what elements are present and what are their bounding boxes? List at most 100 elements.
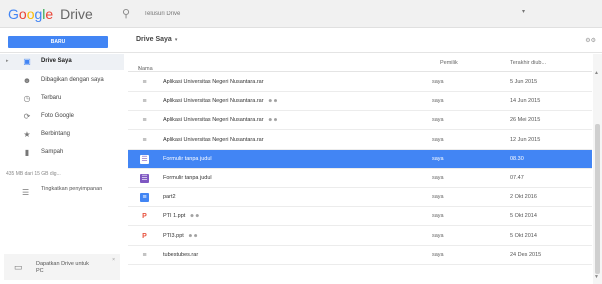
close-icon[interactable]: × <box>112 257 115 263</box>
form-file-icon: ☰ <box>140 174 149 183</box>
sidebar-item-label: Terbaru <box>41 95 62 101</box>
archive-file-icon: ≡ <box>142 117 147 125</box>
file-name-text: Aplikasi Universitas Negeri Nusantara.ra… <box>163 79 264 85</box>
file-name-text: Formulir tanpa judul <box>163 155 212 162</box>
file-name: Aplikasi Universitas Negeri Nusantara.ra… <box>163 98 278 104</box>
shared-icon: ☻☻ <box>189 213 200 220</box>
file-modified-date: 5 Okt 2014 <box>510 213 537 220</box>
sidebar: ▸ ▣ Drive Saya ☻ Dibagikan dengan saya ◷… <box>0 54 124 284</box>
file-modified-date: 08.30 <box>510 155 524 162</box>
file-owner: saya <box>432 136 444 143</box>
table-row[interactable]: ☰ Formulir tanpa judul saya 08.30 <box>128 149 592 169</box>
file-name: Formulir tanpa judul <box>163 175 212 181</box>
get-drive-banner[interactable]: ▭ Dapatkan Drive untuk PC × <box>4 254 120 280</box>
file-owner: saya <box>432 175 444 181</box>
file-name: PTI3.ppt ☻☻ <box>163 233 198 239</box>
file-name: tubestubes.rar <box>163 252 198 258</box>
sidebar-item-shared[interactable]: ☻ Dibagikan dengan saya <box>0 73 124 89</box>
sidebar-item-label: Drive Saya <box>41 58 72 64</box>
sidebar-item-recent[interactable]: ◷ Terbaru <box>0 91 124 107</box>
chevron-down-icon: ▾ <box>174 37 178 43</box>
scrollbar-thumb[interactable] <box>595 124 600 274</box>
file-name-text: PTI 1.ppt <box>163 213 186 220</box>
table-row[interactable]: ≡ Aplikasi Universitas Negeri Nusantara.r… <box>128 73 592 92</box>
file-name-text: Aplikasi Universitas Negeri Nusantara.ra… <box>163 117 264 124</box>
settings-icon[interactable]: ⚙⚙ <box>585 37 596 44</box>
sidebar-item-label: Dibagikan dengan saya <box>41 77 104 83</box>
shared-icon: ☻☻ <box>267 117 279 124</box>
file-name: Aplikasi Universitas Negeri Nusantara.ra… <box>163 117 278 123</box>
computer-icon: ▭ <box>14 262 23 272</box>
upgrade-storage-label: Tingkatkan penyimpanan <box>41 186 103 192</box>
table-row[interactable]: ☰ Formulir tanpa judul saya 07.47 <box>128 169 592 188</box>
form-file-icon: ☰ <box>140 154 149 164</box>
logo-letter: e <box>45 6 54 22</box>
storage-icon: ☰ <box>22 188 30 197</box>
file-name: PTI 1.ppt ☻☻ <box>163 213 200 219</box>
column-header-owner[interactable]: Pemilik <box>440 60 458 66</box>
search-input[interactable] <box>144 6 444 21</box>
file-modified-date: 24 Des 2015 <box>510 251 542 258</box>
toolbar: BARU Drive Saya ▾ ⚙⚙ <box>0 29 602 53</box>
sidebar-item-trash[interactable]: ▮ Sampah <box>0 145 124 161</box>
photos-icon: ⟳ <box>23 112 31 121</box>
new-button[interactable]: BARU <box>8 36 108 48</box>
table-row[interactable]: P PTI 1.ppt ☻☻ saya 5 Okt 2014 <box>128 207 592 227</box>
scroll-down-icon[interactable]: ▼ <box>594 274 599 280</box>
logo-product-name: Drive <box>60 6 93 22</box>
file-owner: saya <box>432 213 444 220</box>
file-modified-date: 12 Jun 2015 <box>510 136 541 143</box>
logo-letter: o <box>18 6 27 22</box>
file-modified-date: 5 Okt 2014 <box>510 232 537 239</box>
archive-file-icon: ≡ <box>142 136 147 144</box>
table-row[interactable]: ≡ Aplikasi Universitas Negeri Nusantara.r… <box>128 111 592 131</box>
file-name: Formulir tanpa judul <box>163 156 212 162</box>
file-name-text: Aplikasi Universitas Negeri Nusantara.ra… <box>163 136 264 143</box>
sidebar-item-photos[interactable]: ⟳ Foto Google <box>0 109 124 125</box>
clock-icon: ◷ <box>23 94 31 103</box>
file-owner: saya <box>432 98 444 105</box>
table-row[interactable]: ≡ tubestubes.rar saya 24 Des 2015 <box>128 246 592 265</box>
file-name: part2 <box>163 194 176 200</box>
archive-file-icon: ≡ <box>142 79 147 86</box>
file-owner: saya <box>432 194 444 201</box>
scrollbar[interactable]: ▲ ▼ <box>593 54 602 284</box>
file-owner: saya <box>432 155 444 162</box>
sidebar-item-starred[interactable]: ★ Berbintang <box>0 127 124 143</box>
scroll-up-icon[interactable]: ▲ <box>594 70 599 76</box>
file-modified-date: 26 Mei 2015 <box>510 117 541 124</box>
expand-arrow-icon[interactable]: ▸ <box>6 58 9 64</box>
table-row[interactable]: ≡ Aplikasi Universitas Negeri Nusantara.r… <box>128 92 592 112</box>
column-header-row: Nama ↑ Pemilik Terakhir diub... <box>128 54 592 72</box>
google-drive-logo[interactable]: Google Drive <box>8 6 93 22</box>
drive-icon: ▣ <box>23 57 31 66</box>
file-name-text: Formulir tanpa judul <box>163 175 212 181</box>
table-row[interactable]: P PTI3.ppt ☻☻ saya 5 Okt 2014 <box>128 227 592 246</box>
search-icon[interactable]: ⚲ <box>122 7 130 20</box>
file-owner: saya <box>432 117 444 124</box>
sort-arrow-icon: ↑ <box>138 66 141 72</box>
table-row[interactable]: ≡ part2 saya 2 Okt 2016 <box>128 188 592 208</box>
file-modified-date: 5 Jun 2015 <box>510 79 538 85</box>
sidebar-item-label: Foto Google <box>41 113 75 119</box>
star-icon: ★ <box>23 130 31 139</box>
file-modified-date: 07.47 <box>510 175 524 181</box>
search-options-dropdown-icon[interactable]: ▾ <box>522 8 525 15</box>
logo-letter: G <box>8 6 19 22</box>
search-box[interactable]: ⚲ ▾ <box>112 3 537 24</box>
people-icon: ☻ <box>22 76 32 85</box>
app-header: Google Drive ⚲ ▾ <box>0 0 602 28</box>
archive-file-icon: ≡ <box>142 251 147 259</box>
sidebar-item-drive-saya[interactable]: ▸ ▣ Drive Saya <box>0 54 124 70</box>
column-header-modified[interactable]: Terakhir diub... <box>510 60 546 66</box>
shared-icon: ☻☻ <box>187 232 199 239</box>
powerpoint-file-icon: P <box>142 232 147 240</box>
upgrade-storage-link[interactable]: ☰ Tingkatkan penyimpanan <box>0 184 124 202</box>
file-owner: saya <box>432 79 444 85</box>
sidebar-item-label: Berbintang <box>41 131 71 137</box>
file-name-text: tubestubes.rar <box>163 251 199 258</box>
file-name-text: Aplikasi Universitas Negeri Nusantara.ra… <box>163 98 264 105</box>
table-row[interactable]: ≡ Aplikasi Universitas Negeri Nusantara.r… <box>128 131 592 150</box>
breadcrumb[interactable]: Drive Saya ▾ <box>136 36 177 43</box>
get-drive-label: Dapatkan Drive untuk PC <box>36 261 89 274</box>
